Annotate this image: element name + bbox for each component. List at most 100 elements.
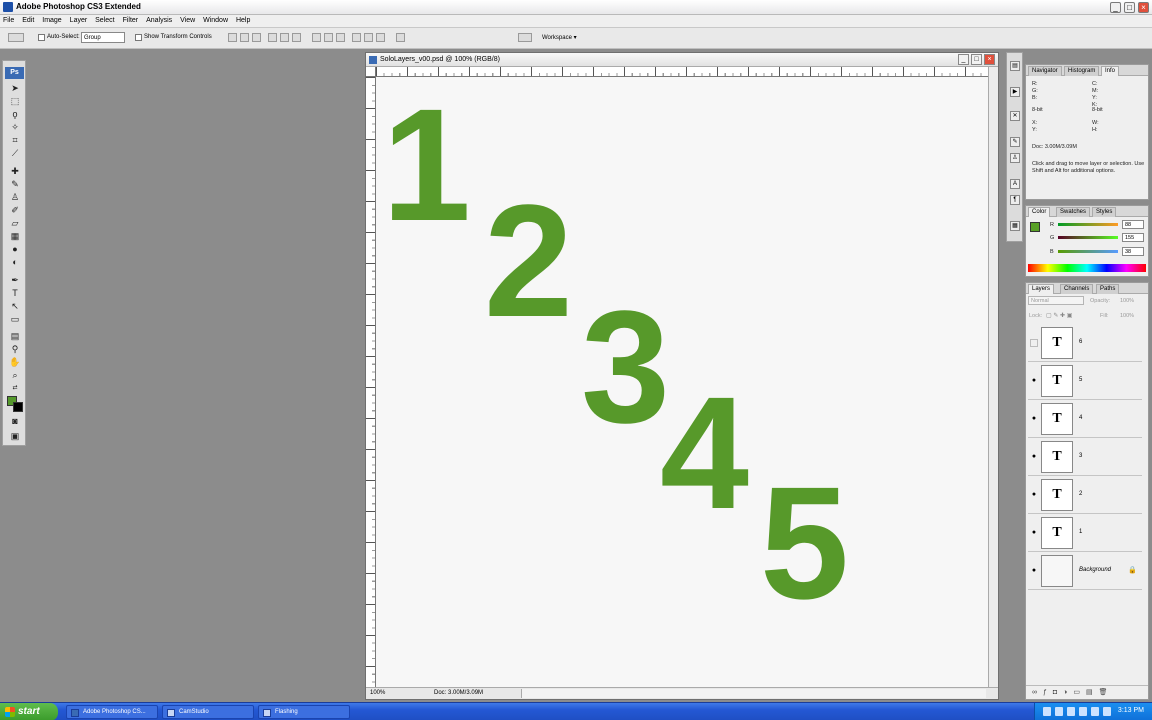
layer-row-6[interactable]: T 6 (1028, 325, 1142, 362)
close-button[interactable]: × (1138, 2, 1149, 13)
paragraph-palette-icon[interactable]: ¶ (1010, 195, 1020, 205)
layer-row-2[interactable]: ● T 2 (1028, 477, 1142, 514)
eraser-tool-icon[interactable]: ▱ (9, 218, 21, 228)
menu-edit[interactable]: Edit (19, 15, 37, 24)
tab-channels[interactable]: Channels (1060, 284, 1094, 294)
eye-icon[interactable]: ● (1030, 453, 1038, 461)
color-spectrum-ramp[interactable] (1028, 264, 1146, 272)
horizontal-scrollbar[interactable] (521, 689, 986, 698)
slice-tool-icon[interactable]: ⟋ (9, 148, 21, 158)
ruler-origin[interactable] (366, 67, 376, 77)
history-palette-icon[interactable]: ▤ (1010, 61, 1020, 71)
doc-close-button[interactable]: × (984, 54, 995, 65)
doc-maximize-button[interactable]: □ (971, 54, 982, 65)
tab-navigator[interactable]: Navigator (1028, 66, 1062, 76)
tab-paths[interactable]: Paths (1096, 284, 1120, 294)
distribute-bottom-icon[interactable] (336, 33, 345, 42)
lock-icons[interactable]: ▢ ✎ ✚ ▣ (1046, 312, 1072, 319)
align-top-icon[interactable] (228, 33, 237, 42)
doc-size[interactable]: Doc: 3.00M/3.09M (434, 690, 483, 696)
vertical-ruler[interactable] (366, 77, 376, 687)
dodge-tool-icon[interactable]: ◐ (9, 257, 21, 267)
lasso-tool-icon[interactable]: ϙ (9, 109, 21, 119)
layer-name[interactable]: 5 (1079, 377, 1082, 383)
opacity-value[interactable]: 100% (1120, 298, 1134, 304)
brush-tool-icon[interactable]: ✎ (9, 179, 21, 189)
layer-row-background[interactable]: ● Background 🔒 (1028, 553, 1142, 590)
align-left-icon[interactable] (268, 33, 277, 42)
clone-source-icon[interactable]: ♙ (1010, 153, 1020, 163)
distribute-right-icon[interactable] (376, 33, 385, 42)
path-selection-tool-icon[interactable]: ↖ (9, 301, 21, 311)
menu-view[interactable]: View (177, 15, 198, 24)
menu-layer[interactable]: Layer (67, 15, 91, 24)
new-layer-icon[interactable]: ▤ (1086, 689, 1099, 696)
add-mask-icon[interactable]: ◘ (1053, 689, 1063, 696)
doc-minimize-button[interactable]: _ (958, 54, 969, 65)
distribute-top-icon[interactable] (312, 33, 321, 42)
security-tray-icon[interactable] (1079, 707, 1087, 716)
menu-analysis[interactable]: Analysis (143, 15, 175, 24)
clock[interactable]: 3:13 PM (1118, 707, 1144, 714)
clone-stamp-tool-icon[interactable]: ♙ (9, 192, 21, 202)
layer-name[interactable]: 3 (1079, 453, 1082, 459)
horizontal-ruler[interactable] (376, 67, 988, 77)
tab-color[interactable]: Color (1028, 207, 1051, 217)
menu-window[interactable]: Window (200, 15, 231, 24)
healing-brush-tool-icon[interactable]: ✚ (9, 166, 21, 176)
layer-row-4[interactable]: ● T 4 (1028, 401, 1142, 438)
delete-layer-icon[interactable]: 🗑 (1099, 689, 1114, 696)
zoom-tool-icon[interactable]: ⌕ (9, 370, 21, 380)
gradient-tool-icon[interactable]: ▦ (9, 231, 21, 241)
menu-select[interactable]: Select (92, 15, 117, 24)
swap-colors-icon[interactable]: ⇄ (9, 383, 21, 393)
eye-icon[interactable]: ● (1030, 491, 1038, 499)
layer-comps-icon[interactable]: ▦ (1010, 221, 1020, 231)
notes-tool-icon[interactable]: ▤ (9, 331, 21, 341)
menu-file[interactable]: File (0, 15, 17, 24)
network-tray-icon[interactable] (1055, 707, 1063, 716)
distribute-left-icon[interactable] (352, 33, 361, 42)
link-layers-icon[interactable]: ∞ (1032, 689, 1043, 696)
magic-wand-tool-icon[interactable]: ✧ (9, 122, 21, 132)
layer-name[interactable]: Background (1079, 567, 1111, 573)
brushes-palette-icon[interactable]: ✎ (1010, 137, 1020, 147)
quick-mask-icon[interactable]: ◙ (9, 416, 21, 426)
color-foreground-swatch[interactable] (1030, 222, 1040, 232)
hand-tool-icon[interactable]: ✋ (9, 357, 21, 367)
actions-palette-icon[interactable]: ▶ (1010, 87, 1020, 97)
layer-name[interactable]: 4 (1079, 415, 1082, 421)
help-tray-icon[interactable] (1043, 707, 1051, 716)
auto-align-icon[interactable] (396, 33, 405, 42)
align-bottom-icon[interactable] (252, 33, 261, 42)
show-transform-checkbox[interactable] (135, 34, 142, 41)
eye-icon[interactable]: ● (1030, 529, 1038, 537)
auto-select-dropdown[interactable]: Group (81, 32, 125, 43)
color-g-slider[interactable] (1058, 236, 1118, 239)
history-brush-tool-icon[interactable]: ✐ (9, 205, 21, 215)
start-button[interactable]: start (0, 703, 58, 720)
tab-histogram[interactable]: Histogram (1064, 66, 1100, 76)
character-palette-icon[interactable]: A (1010, 179, 1020, 189)
menu-help[interactable]: Help (233, 15, 253, 24)
volume-tray-icon[interactable] (1067, 707, 1075, 716)
align-right-icon[interactable] (292, 33, 301, 42)
layer-name[interactable]: 6 (1079, 339, 1082, 345)
align-vcenter-icon[interactable] (240, 33, 249, 42)
move-tool-preset-icon[interactable] (8, 33, 24, 42)
camera-tray-icon[interactable] (1103, 707, 1111, 716)
align-hcenter-icon[interactable] (280, 33, 289, 42)
display-tray-icon[interactable] (1091, 707, 1099, 716)
color-r-input[interactable]: 88 (1122, 220, 1144, 229)
zoom-level[interactable]: 100% (370, 690, 385, 696)
fill-value[interactable]: 100% (1120, 313, 1134, 319)
visibility-toggle-off[interactable] (1030, 339, 1038, 347)
tab-styles[interactable]: Styles (1092, 207, 1117, 217)
pen-tool-icon[interactable]: ✒ (9, 275, 21, 285)
taskbar-item-camstudio[interactable]: CamStudio (162, 705, 254, 719)
color-r-slider[interactable] (1058, 223, 1118, 226)
eyedropper-tool-icon[interactable]: ⚲ (9, 344, 21, 354)
blur-tool-icon[interactable]: ● (9, 244, 21, 254)
eye-icon[interactable]: ● (1030, 377, 1038, 385)
menu-filter[interactable]: Filter (120, 15, 142, 24)
